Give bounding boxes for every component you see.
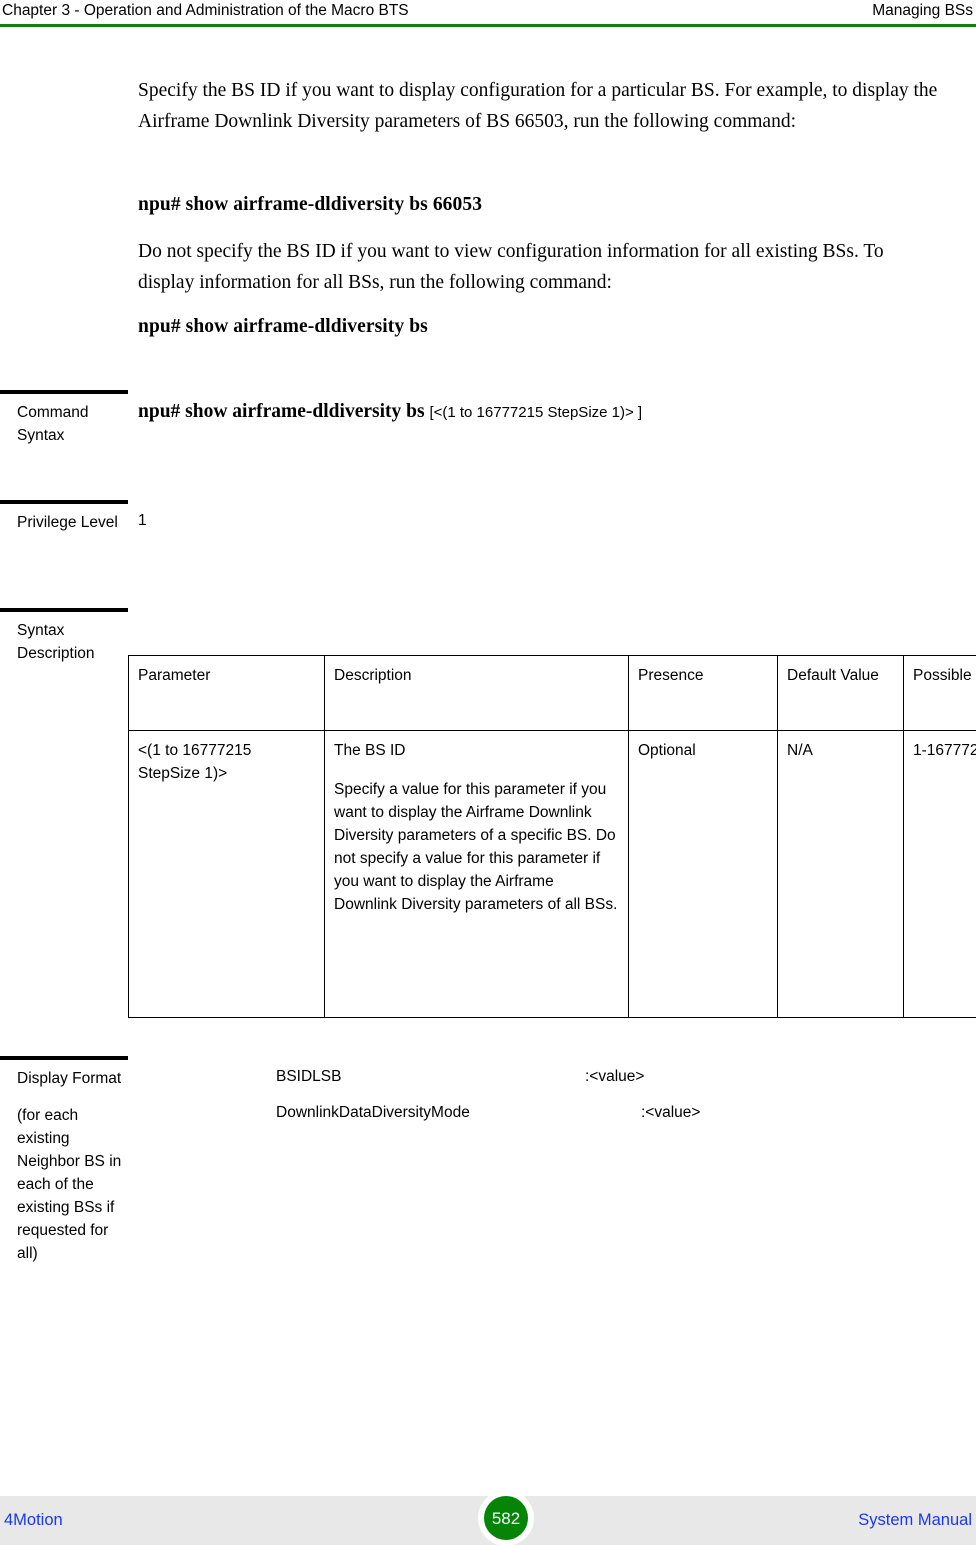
field-rule: [0, 1056, 128, 1060]
page-number: 582: [484, 1496, 528, 1540]
display-format-row: BSIDLSB :<value>: [276, 1066, 470, 1102]
command-syntax-command: npu# show airframe-dldiversity bs: [138, 401, 425, 422]
display-format-key: DownlinkDataDiversityMode: [276, 1102, 470, 1124]
privilege-level-value: 1: [138, 510, 968, 532]
column-header-presence: Presence: [629, 656, 778, 731]
display-format-rows: BSIDLSB :<value> DownlinkDataDiversityMo…: [276, 1066, 470, 1138]
cell-description-line-2: Specify a value for this parameter if yo…: [334, 778, 619, 916]
cell-possible-values: 1-16777215: [904, 731, 976, 1018]
cell-default-value: N/A: [778, 731, 904, 1018]
footer-link-product[interactable]: 4Motion: [4, 1510, 63, 1530]
field-rule: [0, 390, 128, 394]
column-header-description: Description: [325, 656, 629, 731]
column-header-parameter: Parameter: [129, 656, 325, 731]
page-number-badge: 582: [478, 1490, 534, 1546]
parameter-table: Parameter Description Presence Default V…: [128, 655, 976, 1018]
cell-presence: Optional: [629, 731, 778, 1018]
field-label-display-format: Display Format (for each existing Neighb…: [17, 1067, 129, 1265]
table-header-row: Parameter Description Presence Default V…: [129, 656, 976, 731]
cell-description: The BS ID Specify a value for this param…: [325, 731, 629, 1018]
field-value-privilege-level: 1: [138, 510, 968, 532]
intro-paragraph-2: Do not specify the BS ID if you want to …: [138, 237, 938, 298]
display-format-value: :<value>: [641, 1102, 700, 1124]
field-label-syntax-description: Syntax Description: [17, 619, 129, 665]
header-rule: [0, 24, 976, 27]
field-rule: [0, 608, 128, 612]
footer-link-manual[interactable]: System Manual: [858, 1510, 972, 1530]
field-label-command-syntax: Command Syntax: [17, 401, 129, 447]
cell-parameter: <(1 to 16777215 StepSize 1)>: [129, 731, 325, 1018]
header-section-title: Managing BSs: [872, 0, 976, 20]
column-header-possible-values: Possible Values: [904, 656, 976, 731]
header-chapter-title: Chapter 3 - Operation and Administration…: [0, 0, 409, 20]
command-syntax-optional-arg: [<(1 to 16777215 StepSize 1)> ]: [429, 404, 642, 421]
field-value-command-syntax: npu# show airframe-dldiversity bs [<(1 t…: [138, 400, 968, 425]
cell-description-line-1: The BS ID: [334, 739, 619, 762]
field-label-privilege-level: Privilege Level: [17, 511, 129, 534]
column-header-default-value: Default Value: [778, 656, 904, 731]
display-format-note: (for each existing Neighbor BS in each o…: [17, 1107, 121, 1262]
page-header: Chapter 3 - Operation and Administration…: [0, 0, 976, 25]
field-rule: [0, 500, 128, 504]
display-format-value: :<value>: [585, 1066, 644, 1088]
example-command-2: npu# show airframe-dldiversity bs: [138, 312, 938, 342]
intro-paragraph-1: Specify the BS ID if you want to display…: [138, 76, 938, 137]
table-row: <(1 to 16777215 StepSize 1)> The BS ID S…: [129, 731, 976, 1018]
display-format-title: Display Format: [17, 1070, 121, 1087]
example-command-1: npu# show airframe-dldiversity bs 66053: [138, 190, 938, 220]
display-format-key: BSIDLSB: [276, 1066, 341, 1088]
display-format-row: DownlinkDataDiversityMode :<value>: [276, 1102, 470, 1138]
